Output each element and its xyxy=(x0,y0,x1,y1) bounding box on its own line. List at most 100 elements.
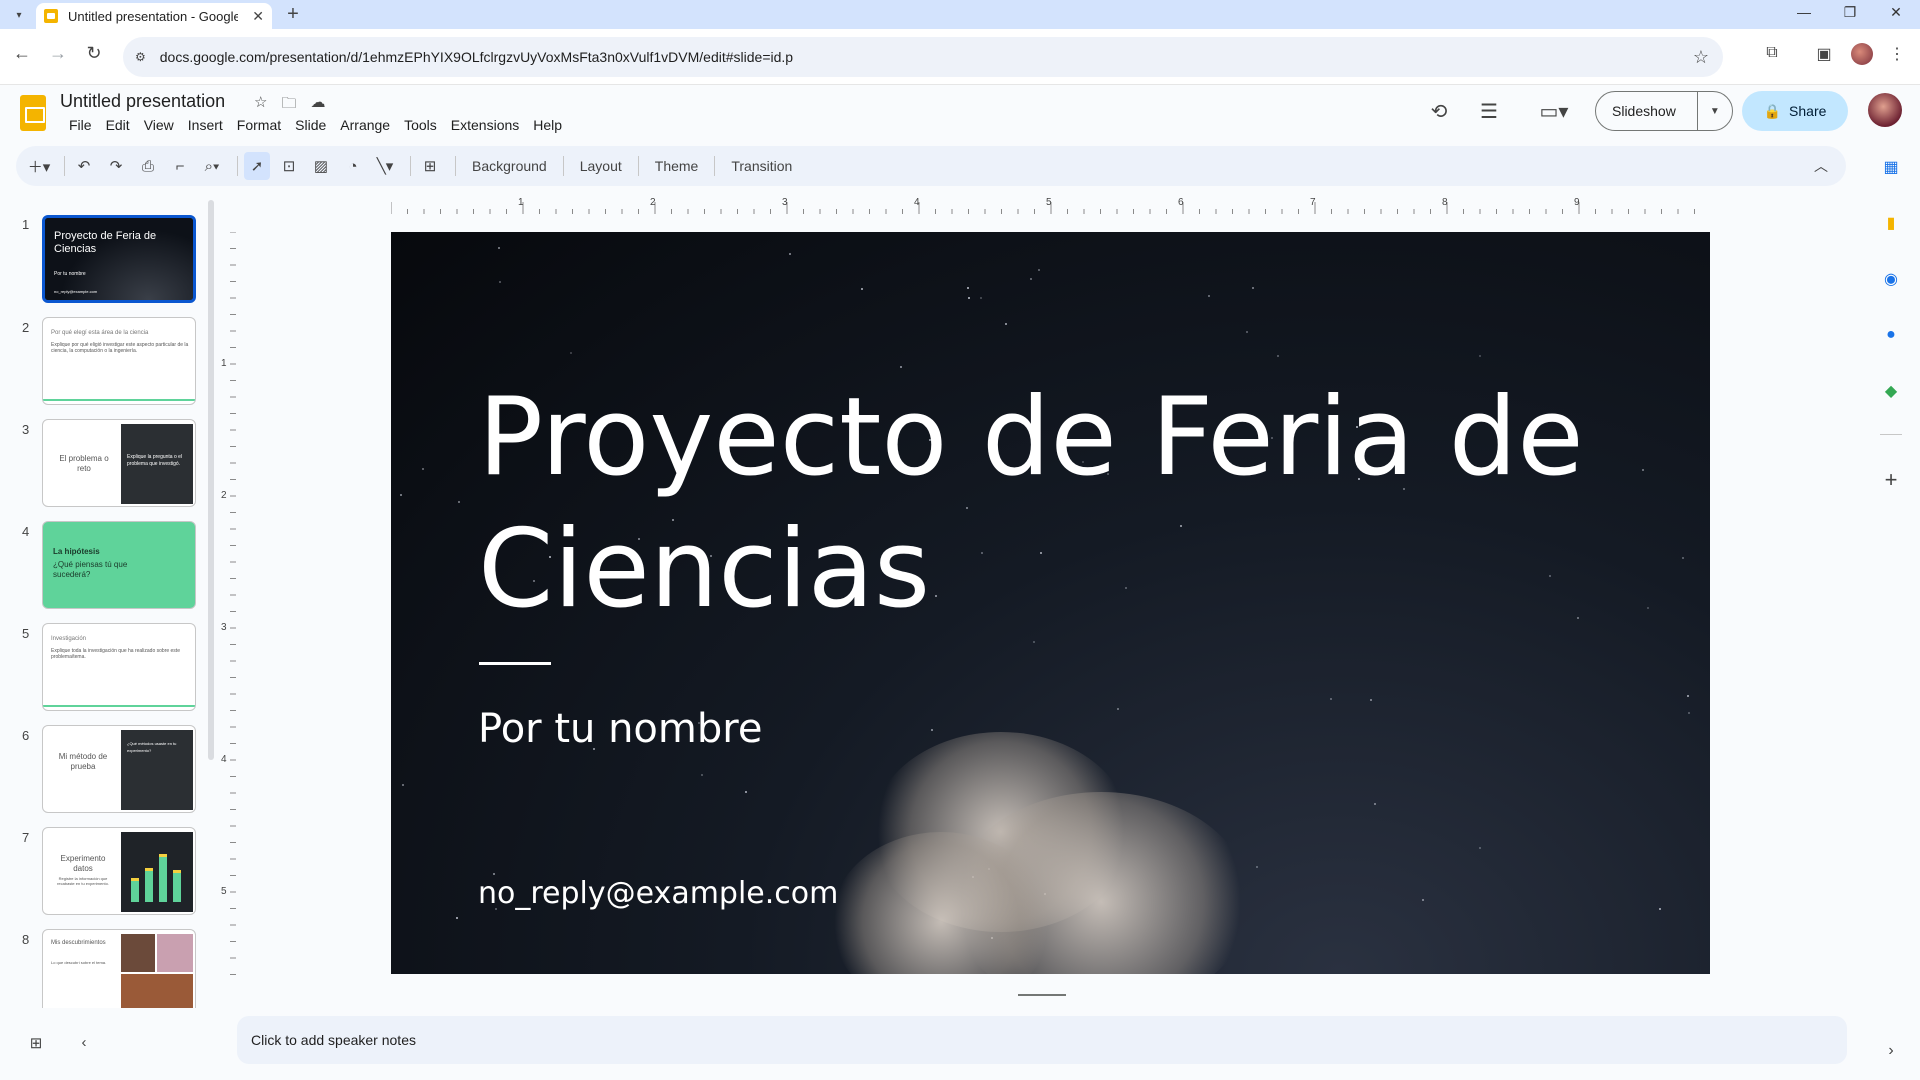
close-window-icon[interactable]: ✕ xyxy=(1882,4,1910,21)
menu-extensions[interactable]: Extensions xyxy=(444,117,526,133)
keep-icon[interactable]: ▮ xyxy=(1878,210,1904,236)
extensions-icon[interactable]: ⧉ xyxy=(1760,44,1784,62)
slide-thumbnail-5[interactable]: Investigación Explique toda la investiga… xyxy=(42,623,196,711)
bookmark-star-icon[interactable]: ☆ xyxy=(1693,47,1709,68)
minimize-icon[interactable]: — xyxy=(1790,4,1818,20)
menu-edit[interactable]: Edit xyxy=(99,117,137,133)
omnibox[interactable]: ⚙ docs.google.com/presentation/d/1ehmzEP… xyxy=(123,37,1723,77)
slide-thumbnail-8[interactable]: Mis descubrimientos Lo que descubrí sobr… xyxy=(42,929,196,1008)
menu-slide[interactable]: Slide xyxy=(288,117,333,133)
tab-search-icon[interactable]: ▾ xyxy=(8,4,30,26)
docs-header: Untitled presentation ☆ 🗀 ☁ File Edit Vi… xyxy=(0,85,1920,145)
meet-camera-icon[interactable]: ▭▾ xyxy=(1530,99,1578,124)
line-icon[interactable]: ╲▾ xyxy=(372,152,398,180)
toolbar-divider xyxy=(562,156,564,176)
collapse-menus-icon[interactable]: ︿ xyxy=(1814,156,1828,176)
calendar-icon[interactable]: ▦ xyxy=(1878,154,1904,180)
document-title[interactable]: Untitled presentation xyxy=(60,91,225,112)
slide-email[interactable]: no_reply@example.com xyxy=(478,876,838,911)
slide-thumbnail-3[interactable]: El problema o reto Explique la pregunta … xyxy=(42,419,196,507)
menu-file[interactable]: File xyxy=(62,117,99,133)
share-button[interactable]: 🔒 Share xyxy=(1742,91,1848,131)
slide-thumbnail-1[interactable]: Proyecto de Feria de Ciencias Por tu nom… xyxy=(42,215,196,303)
select-cursor-icon[interactable]: ➚ xyxy=(244,152,270,180)
star-dot xyxy=(967,287,969,289)
side-panel-icon[interactable]: ▣ xyxy=(1812,44,1836,64)
slide-title[interactable]: Proyecto de Feria de Ciencias xyxy=(478,372,1628,636)
star-dot xyxy=(1659,908,1661,910)
browser-menu-icon[interactable]: ⋮ xyxy=(1885,44,1909,64)
print-icon[interactable]: ⎙ xyxy=(135,152,161,180)
background-button[interactable]: Background xyxy=(462,158,557,174)
add-addon-icon[interactable]: + xyxy=(1878,467,1904,493)
star-dot xyxy=(1033,641,1035,643)
reload-icon[interactable]: ↻ xyxy=(82,43,106,64)
slide-number: 7 xyxy=(22,830,30,845)
new-tab-button[interactable]: + xyxy=(282,3,304,26)
menu-tools[interactable]: Tools xyxy=(397,117,444,133)
cloud-saved-icon[interactable]: ☁ xyxy=(310,93,325,118)
new-slide-icon[interactable]: ＋▾ xyxy=(26,152,52,180)
slide-subtitle[interactable]: Por tu nombre xyxy=(478,706,762,752)
restore-icon[interactable]: ❐ xyxy=(1836,4,1864,21)
back-icon[interactable]: ← xyxy=(10,43,34,64)
star-dot xyxy=(1256,866,1258,868)
slide-filmstrip: 1 Proyecto de Feria de Ciencias Por tu n… xyxy=(0,200,216,1008)
thumb-body: ¿Qué métodos usaste en tu experimento? xyxy=(127,741,177,753)
maps-icon[interactable]: ◆ xyxy=(1878,378,1904,404)
menu-view[interactable]: View xyxy=(137,117,181,133)
site-info-icon[interactable]: ⚙ xyxy=(135,50,146,64)
slide-thumbnail-7[interactable]: Experimento datos Registre la informació… xyxy=(42,827,196,915)
star-dot xyxy=(789,253,791,255)
menu-help[interactable]: Help xyxy=(526,117,569,133)
move-folder-icon[interactable]: 🗀 xyxy=(281,93,296,118)
notes-resize-handle[interactable] xyxy=(1018,994,1066,996)
theme-button[interactable]: Theme xyxy=(645,158,709,174)
thumb-footer: no_reply@example.com xyxy=(54,289,98,294)
thumb-photo xyxy=(157,934,193,972)
undo-icon[interactable]: ↶ xyxy=(71,152,97,180)
insert-image-icon[interactable]: ▨ xyxy=(308,152,334,180)
menu-insert[interactable]: Insert xyxy=(181,117,230,133)
forward-icon[interactable]: → xyxy=(46,43,70,64)
star-dot xyxy=(1005,323,1007,325)
menu-arrange[interactable]: Arrange xyxy=(333,117,397,133)
star-dot xyxy=(570,352,572,354)
collapse-filmstrip-icon[interactable]: ‹ xyxy=(72,1034,96,1051)
text-box-icon[interactable]: ⊡ xyxy=(276,152,302,180)
speaker-notes[interactable]: Click to add speaker notes xyxy=(237,1016,1847,1064)
expand-side-panel-icon[interactable]: › xyxy=(1878,1038,1904,1064)
slideshow-label[interactable]: Slideshow xyxy=(1596,103,1697,119)
slideshow-button[interactable]: Slideshow ▼ xyxy=(1595,91,1733,131)
filmstrip-scrollbar[interactable] xyxy=(208,200,214,760)
thumb-accent-line xyxy=(43,705,195,707)
comments-icon[interactable]: ☰ xyxy=(1475,99,1503,124)
paint-format-icon[interactable]: ⌐ xyxy=(167,152,193,180)
slides-logo-icon[interactable] xyxy=(20,95,46,131)
redo-icon[interactable]: ↷ xyxy=(103,152,129,180)
star-icon[interactable]: ☆ xyxy=(254,93,267,118)
grid-view-icon[interactable]: ⊞ xyxy=(24,1034,48,1052)
menu-format[interactable]: Format xyxy=(230,117,288,133)
star-dot xyxy=(1687,695,1689,697)
slide-thumbnail-2[interactable]: Por qué elegí esta área de la ciencia Ex… xyxy=(42,317,196,405)
contacts-icon[interactable]: ● xyxy=(1878,322,1904,348)
slideshow-dropdown-icon[interactable]: ▼ xyxy=(1698,106,1732,117)
browser-profile-avatar[interactable] xyxy=(1851,43,1873,65)
slide-number: 5 xyxy=(22,626,30,641)
zoom-icon[interactable]: ⌕▾ xyxy=(199,152,225,180)
account-avatar[interactable] xyxy=(1868,93,1902,127)
close-tab-icon[interactable]: ✕ xyxy=(252,8,264,25)
transition-button[interactable]: Transition xyxy=(721,158,802,174)
shape-icon[interactable]: ◔ xyxy=(340,152,366,180)
slide-thumbnail-4[interactable]: La hipótesis ¿Qué piensas tú que suceder… xyxy=(42,521,196,609)
layout-button[interactable]: Layout xyxy=(570,158,632,174)
tasks-icon[interactable]: ◉ xyxy=(1878,266,1904,292)
browser-tab[interactable]: Untitled presentation - Google Slides ✕ xyxy=(36,3,272,29)
version-history-icon[interactable]: ⟲ xyxy=(1425,99,1453,124)
slide-number: 3 xyxy=(22,422,30,437)
slide-thumbnail-6[interactable]: Mi método de prueba ¿Qué métodos usaste … xyxy=(42,725,196,813)
slide-canvas[interactable]: Proyecto de Feria de Ciencias Por tu nom… xyxy=(391,232,1710,974)
insert-comment-icon[interactable]: ⊞ xyxy=(417,152,443,180)
url-text[interactable]: docs.google.com/presentation/d/1ehmzEPhY… xyxy=(160,49,793,65)
